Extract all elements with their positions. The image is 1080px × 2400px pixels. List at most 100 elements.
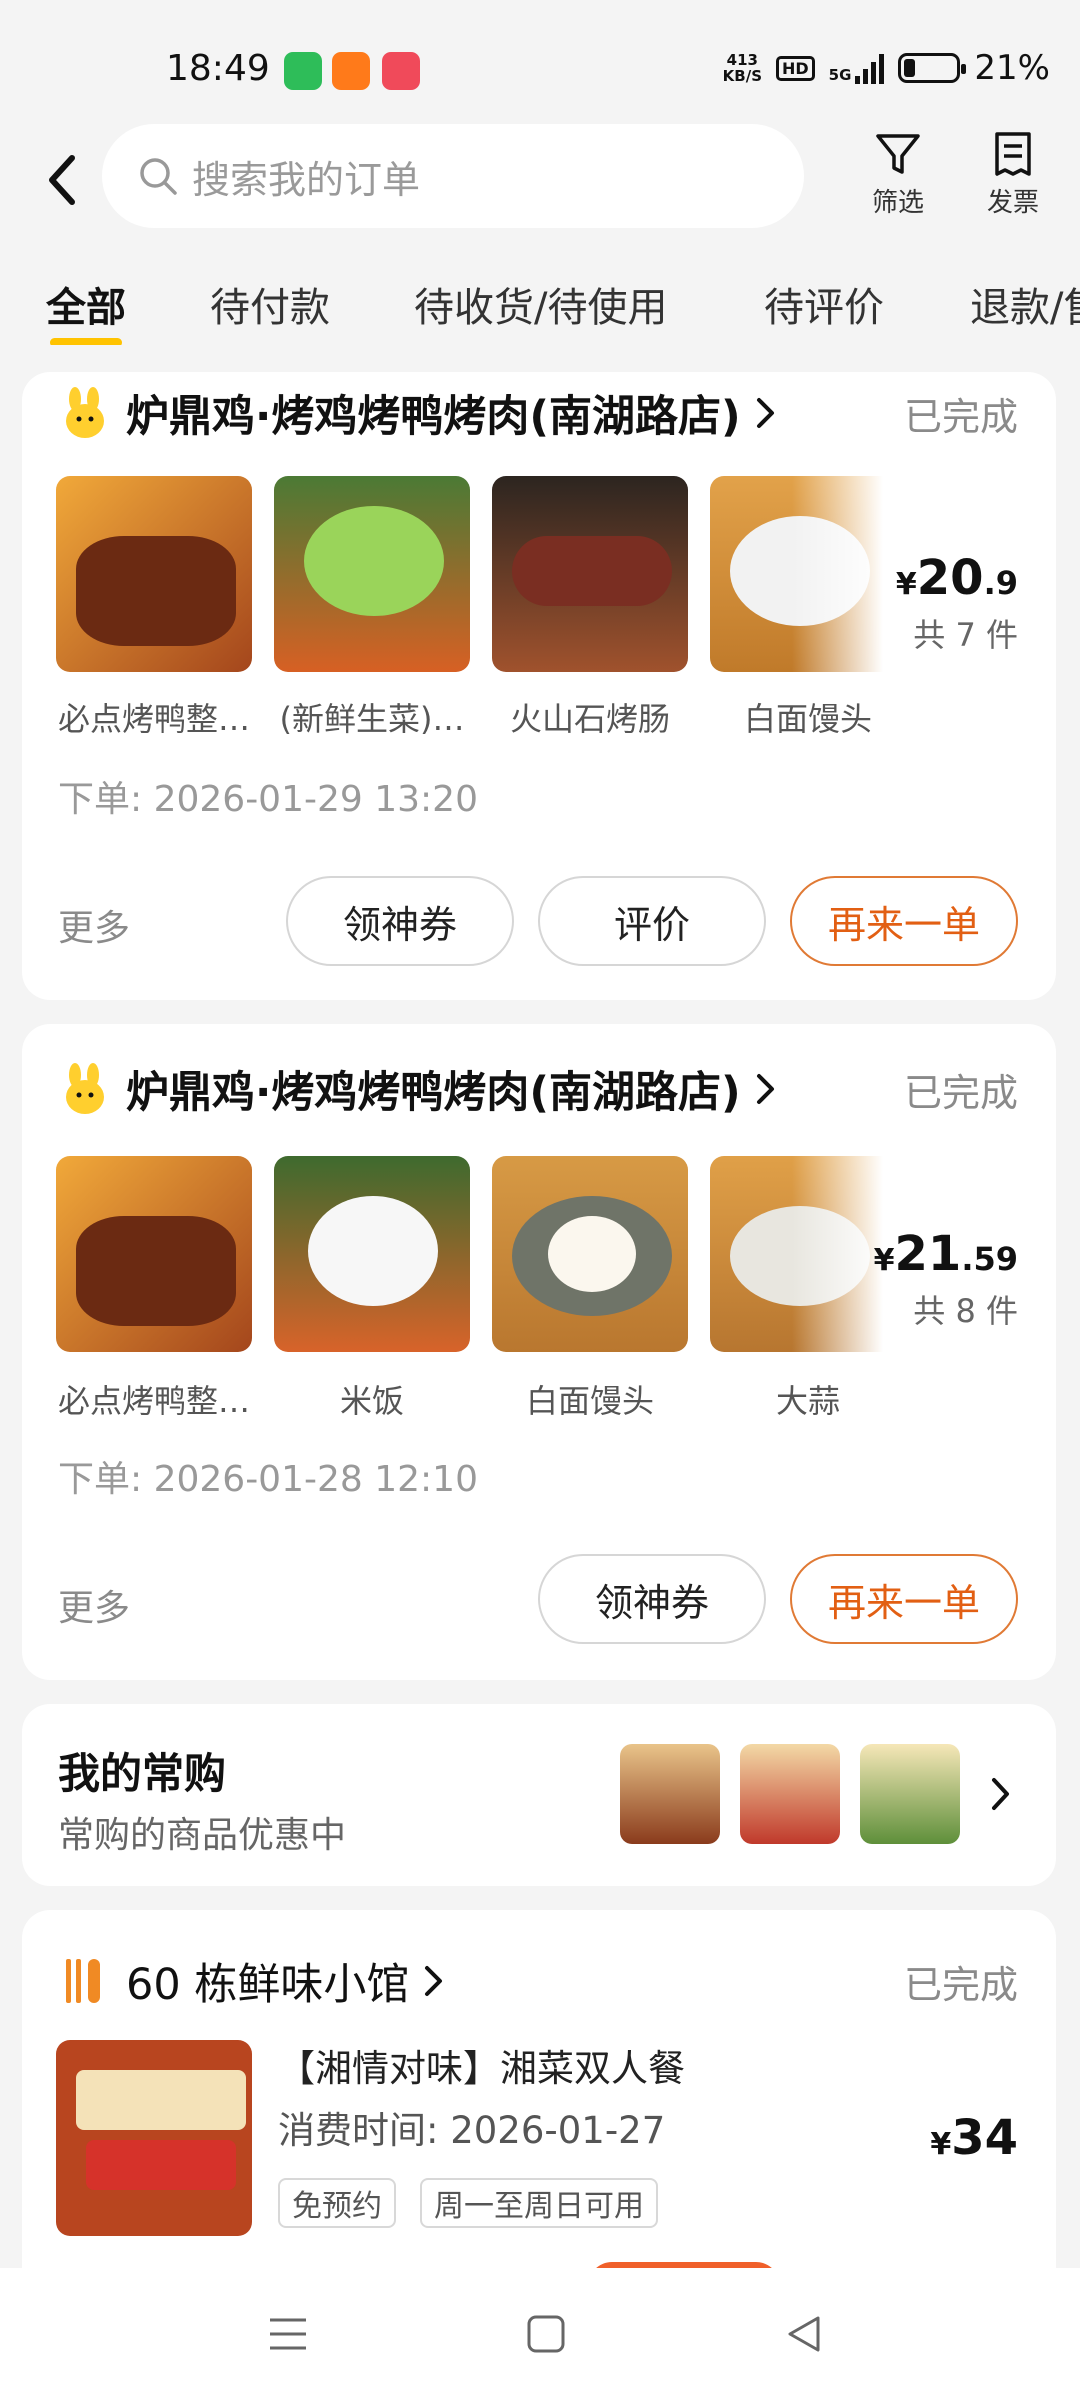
shop-thumbnail <box>860 1744 960 1844</box>
order-tabs: 全部 待付款 待收货/待使用 待评价 退款/售后 <box>0 255 1080 345</box>
item-labels: 必点烤鸭整… 米饭 白面馒头 大蒜 <box>56 1376 906 1422</box>
shop-name: 炉鼎鸡·烤鸡烤鸭烤肉(南湖路店) <box>126 1068 741 1118</box>
restaurant-icon <box>66 1959 100 2003</box>
shop-rabbit-icon <box>66 387 104 438</box>
more-link[interactable]: 更多 <box>58 1579 130 1631</box>
item-image <box>56 476 252 672</box>
battery-percent: 21% <box>974 48 1050 88</box>
item-image <box>274 476 470 672</box>
order-time: 下单: 2026-01-29 13:20 <box>58 779 478 820</box>
system-nav-bar <box>0 2268 1080 2400</box>
status-time: 18:49 <box>166 48 270 89</box>
item-image <box>56 1156 252 1352</box>
chevron-right-icon <box>425 1966 443 1996</box>
item-label: 火山石烤肠 <box>509 700 670 738</box>
item-labels: 必点烤鸭整… (新鲜生菜)… 火山石烤肠 白面馒头 <box>56 694 906 740</box>
filter-label: 筛选 <box>871 188 924 218</box>
item-label: 白面馒头 <box>525 1382 654 1420</box>
shop-thumbnail <box>740 1744 840 1844</box>
tab-pending-review[interactable]: 待评价 <box>764 275 884 333</box>
frequent-purchases-card[interactable]: 我的常购 常购的商品优惠中 <box>22 1704 1056 1886</box>
top-bar: 搜索我的订单 筛选 发票 <box>0 120 1080 240</box>
price-dec: .9 <box>983 564 1018 602</box>
order-price: ¥20.9 共 7 件 <box>895 550 1018 654</box>
search-placeholder: 搜索我的订单 <box>192 157 421 202</box>
shop-name: 60 栋鲜味小馆 <box>126 1960 410 2010</box>
item-label: 必点烤鸭整… <box>57 1382 250 1420</box>
review-button[interactable]: 评价 <box>538 876 766 966</box>
price-int: 20 <box>916 550 984 606</box>
deal-tag: 周一至周日可用 <box>420 2178 658 2228</box>
invoice-icon <box>995 132 1031 176</box>
order-time: 下单: 2026-01-28 12:10 <box>58 1459 478 1500</box>
price-int: 21 <box>894 1226 962 1282</box>
order-status: 已完成 <box>903 1070 1018 1115</box>
menu-icon[interactable] <box>268 2314 308 2354</box>
order-price: ¥21.59 共 8 件 <box>873 1226 1018 1330</box>
reorder-button[interactable]: 再来一单 <box>790 1554 1018 1644</box>
deal-tag: 免预约 <box>278 2178 396 2228</box>
more-link[interactable]: 更多 <box>58 899 130 951</box>
chevron-right-icon <box>756 398 774 428</box>
filter-button[interactable]: 筛选 <box>853 130 943 219</box>
item-label: 米饭 <box>339 1382 404 1420</box>
frequent-subtitle: 常购的商品优惠中 <box>58 1815 347 1856</box>
filter-icon <box>876 134 920 174</box>
item-label: 大蒜 <box>775 1382 840 1420</box>
shop-name: 炉鼎鸡·烤鸡烤鸭烤肉(南湖路店) <box>126 392 741 442</box>
tab-pending-payment[interactable]: 待付款 <box>210 275 330 333</box>
home-icon[interactable] <box>526 2314 566 2354</box>
status-bar: 18:49 413 KB/S HD 5G 21% <box>0 0 1080 120</box>
item-image <box>492 476 688 672</box>
status-right: 413 KB/S HD 5G 21% <box>723 48 1050 88</box>
signal-label: 5G <box>828 66 852 84</box>
shop-rabbit-icon <box>66 1063 104 1114</box>
item-label: 必点烤鸭整… <box>57 700 250 738</box>
coupon-button[interactable]: 领神券 <box>538 1554 766 1644</box>
frequent-title: 我的常购 <box>58 1749 227 1798</box>
tab-refund[interactable]: 退款/售后 <box>970 275 1080 333</box>
invoice-button[interactable]: 发票 <box>968 130 1058 219</box>
shop-row[interactable]: 60 栋鲜味小馆 已完成 <box>62 1950 1018 2012</box>
deal-title: 【湘情对味】湘菜双人餐 <box>278 2047 685 2090</box>
order-card[interactable]: 炉鼎鸡·烤鸡烤鸭烤肉(南湖路店) 已完成 ¥20.9 共 7 件 必点烤鸭整… … <box>22 372 1056 1000</box>
order-status: 已完成 <box>903 1962 1018 2007</box>
chevron-right-icon[interactable] <box>990 1776 1012 1812</box>
back-arrow-icon[interactable] <box>40 150 88 210</box>
search-input[interactable]: 搜索我的订单 <box>102 124 804 228</box>
shop-row[interactable]: 炉鼎鸡·烤鸡烤鸭烤肉(南湖路店) 已完成 <box>62 382 1018 444</box>
tab-pending-delivery[interactable]: 待收货/待使用 <box>414 275 667 333</box>
taobao-app-icon <box>332 52 370 90</box>
item-count: 共 7 件 <box>913 616 1018 654</box>
item-label: (新鲜生菜)… <box>279 700 465 738</box>
deal-price: ¥34 <box>930 2110 1018 2166</box>
battery-icon <box>898 53 967 83</box>
deal-time: 消费时间: 2026-01-27 <box>278 2109 666 2152</box>
item-thumbnails[interactable] <box>56 476 906 672</box>
signal-icon: 5G <box>829 52 885 84</box>
video-app-icon <box>382 52 420 90</box>
tab-all[interactable]: 全部 <box>46 275 126 345</box>
coupon-button[interactable]: 领神券 <box>286 876 514 966</box>
item-image <box>274 1156 470 1352</box>
item-image <box>492 1156 688 1352</box>
deal-price-value: 34 <box>951 2110 1018 2166</box>
phone-app-icon <box>284 52 322 90</box>
shop-row[interactable]: 炉鼎鸡·烤鸡烤鸭烤肉(南湖路店) 已完成 <box>62 1058 1018 1120</box>
order-status: 已完成 <box>903 394 1018 439</box>
deal-image <box>56 2040 252 2236</box>
reorder-button[interactable]: 再来一单 <box>790 876 1018 966</box>
deal-card[interactable]: 60 栋鲜味小馆 已完成 【湘情对味】湘菜双人餐 消费时间: 2026-01-2… <box>22 1910 1056 2310</box>
net-speed-unit: KB/S <box>722 67 762 85</box>
order-card[interactable]: 炉鼎鸡·烤鸡烤鸭烤肉(南湖路店) 已完成 ¥21.59 共 8 件 必点烤鸭整…… <box>22 1024 1056 1680</box>
net-speed-value: 413 <box>726 51 758 69</box>
back-icon[interactable] <box>784 2314 824 2354</box>
invoice-label: 发票 <box>986 188 1039 218</box>
net-speed: 413 KB/S <box>723 52 762 84</box>
item-label: 白面馒头 <box>743 700 872 738</box>
hd-icon: HD <box>776 55 815 81</box>
item-count: 共 8 件 <box>913 1292 1018 1330</box>
item-thumbnails[interactable] <box>56 1156 906 1352</box>
shop-thumbnail <box>620 1744 720 1844</box>
search-icon <box>140 158 177 195</box>
